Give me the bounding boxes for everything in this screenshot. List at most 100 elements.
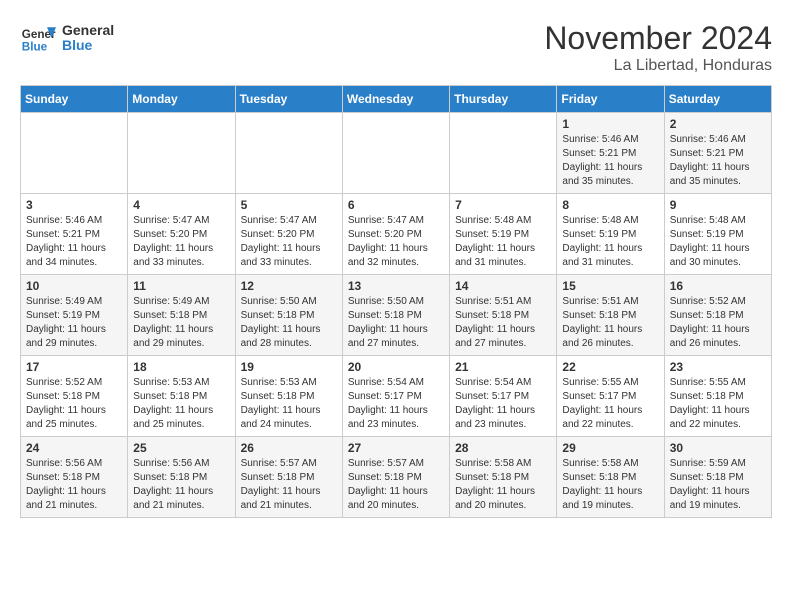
calendar-week-row: 17Sunrise: 5:52 AM Sunset: 5:18 PM Dayli… <box>21 356 772 437</box>
day-info: Sunrise: 5:46 AM Sunset: 5:21 PM Dayligh… <box>26 214 122 270</box>
day-info: Sunrise: 5:57 AM Sunset: 5:18 PM Dayligh… <box>348 457 444 513</box>
day-info: Sunrise: 5:54 AM Sunset: 5:17 PM Dayligh… <box>455 376 551 432</box>
month-title: November 2024 <box>544 20 772 57</box>
day-info: Sunrise: 5:48 AM Sunset: 5:19 PM Dayligh… <box>670 214 766 270</box>
day-number: 16 <box>670 279 766 293</box>
day-number: 28 <box>455 441 551 455</box>
calendar-cell: 14Sunrise: 5:51 AM Sunset: 5:18 PM Dayli… <box>450 275 557 356</box>
day-info: Sunrise: 5:53 AM Sunset: 5:18 PM Dayligh… <box>133 376 229 432</box>
day-number: 24 <box>26 441 122 455</box>
calendar-cell: 18Sunrise: 5:53 AM Sunset: 5:18 PM Dayli… <box>128 356 235 437</box>
day-number: 30 <box>670 441 766 455</box>
calendar-cell <box>342 113 449 194</box>
calendar-cell: 27 Sunrise: 5:57 AM Sunset: 5:18 PM Dayli… <box>342 437 449 518</box>
calendar-cell: 30 Sunrise: 5:59 AM Sunset: 5:18 PM Dayli… <box>664 437 771 518</box>
calendar-cell: 13 Sunrise: 5:50 AM Sunset: 5:18 PM Dayli… <box>342 275 449 356</box>
calendar-cell: 19 Sunrise: 5:53 AM Sunset: 5:18 PM Dayli… <box>235 356 342 437</box>
location-title: La Libertad, Honduras <box>544 57 772 75</box>
day-info: Sunrise: 5:47 AM Sunset: 5:20 PM Dayligh… <box>348 214 444 270</box>
day-info: Sunrise: 5:58 AM Sunset: 5:18 PM Dayligh… <box>562 457 658 513</box>
calendar-cell: 17Sunrise: 5:52 AM Sunset: 5:18 PM Dayli… <box>21 356 128 437</box>
calendar-cell: 23 Sunrise: 5:55 AM Sunset: 5:18 PM Dayli… <box>664 356 771 437</box>
weekday-header: Friday <box>557 86 664 113</box>
page-header: General Blue General Blue November 2024 … <box>20 20 772 75</box>
calendar-cell <box>235 113 342 194</box>
calendar-cell: 5 Sunrise: 5:47 AM Sunset: 5:20 PM Daylig… <box>235 194 342 275</box>
calendar-cell: 21 Sunrise: 5:54 AM Sunset: 5:17 PM Dayli… <box>450 356 557 437</box>
calendar-cell: 6 Sunrise: 5:47 AM Sunset: 5:20 PM Daylig… <box>342 194 449 275</box>
calendar-cell: 3Sunrise: 5:46 AM Sunset: 5:21 PM Daylig… <box>21 194 128 275</box>
day-info: Sunrise: 5:46 AM Sunset: 5:21 PM Dayligh… <box>562 133 658 189</box>
calendar-week-row: 1 Sunrise: 5:46 AM Sunset: 5:21 PM Daylig… <box>21 113 772 194</box>
day-number: 10 <box>26 279 122 293</box>
calendar-cell: 9Sunrise: 5:48 AM Sunset: 5:19 PM Daylig… <box>664 194 771 275</box>
calendar-cell: 26Sunrise: 5:57 AM Sunset: 5:18 PM Dayli… <box>235 437 342 518</box>
day-number: 5 <box>241 198 337 212</box>
calendar-cell: 28Sunrise: 5:58 AM Sunset: 5:18 PM Dayli… <box>450 437 557 518</box>
calendar-cell: 20 Sunrise: 5:54 AM Sunset: 5:17 PM Dayli… <box>342 356 449 437</box>
weekday-header: Tuesday <box>235 86 342 113</box>
day-number: 19 <box>241 360 337 374</box>
day-number: 12 <box>241 279 337 293</box>
day-number: 11 <box>133 279 229 293</box>
day-info: Sunrise: 5:50 AM Sunset: 5:18 PM Dayligh… <box>241 295 337 351</box>
day-info: Sunrise: 5:50 AM Sunset: 5:18 PM Dayligh… <box>348 295 444 351</box>
day-info: Sunrise: 5:52 AM Sunset: 5:18 PM Dayligh… <box>26 376 122 432</box>
day-number: 25 <box>133 441 229 455</box>
day-info: Sunrise: 5:49 AM Sunset: 5:18 PM Dayligh… <box>133 295 229 351</box>
day-info: Sunrise: 5:59 AM Sunset: 5:18 PM Dayligh… <box>670 457 766 513</box>
day-info: Sunrise: 5:48 AM Sunset: 5:19 PM Dayligh… <box>455 214 551 270</box>
logo-general: General <box>62 23 114 38</box>
logo-icon: General Blue <box>20 20 56 56</box>
title-block: November 2024 La Libertad, Honduras <box>544 20 772 75</box>
svg-text:Blue: Blue <box>22 41 48 54</box>
calendar-cell: 8 Sunrise: 5:48 AM Sunset: 5:19 PM Daylig… <box>557 194 664 275</box>
day-info: Sunrise: 5:55 AM Sunset: 5:17 PM Dayligh… <box>562 376 658 432</box>
logo: General Blue General Blue <box>20 20 114 56</box>
calendar-week-row: 24 Sunrise: 5:56 AM Sunset: 5:18 PM Dayli… <box>21 437 772 518</box>
day-number: 1 <box>562 117 658 131</box>
day-info: Sunrise: 5:46 AM Sunset: 5:21 PM Dayligh… <box>670 133 766 189</box>
calendar-cell: 25 Sunrise: 5:56 AM Sunset: 5:18 PM Dayli… <box>128 437 235 518</box>
day-number: 4 <box>133 198 229 212</box>
day-info: Sunrise: 5:56 AM Sunset: 5:18 PM Dayligh… <box>133 457 229 513</box>
calendar-cell: 2Sunrise: 5:46 AM Sunset: 5:21 PM Daylig… <box>664 113 771 194</box>
calendar-cell: 15 Sunrise: 5:51 AM Sunset: 5:18 PM Dayli… <box>557 275 664 356</box>
day-info: Sunrise: 5:55 AM Sunset: 5:18 PM Dayligh… <box>670 376 766 432</box>
calendar-cell: 1 Sunrise: 5:46 AM Sunset: 5:21 PM Daylig… <box>557 113 664 194</box>
day-info: Sunrise: 5:53 AM Sunset: 5:18 PM Dayligh… <box>241 376 337 432</box>
day-number: 6 <box>348 198 444 212</box>
calendar-cell: 24 Sunrise: 5:56 AM Sunset: 5:18 PM Dayli… <box>21 437 128 518</box>
day-info: Sunrise: 5:48 AM Sunset: 5:19 PM Dayligh… <box>562 214 658 270</box>
day-number: 23 <box>670 360 766 374</box>
day-number: 7 <box>455 198 551 212</box>
day-info: Sunrise: 5:52 AM Sunset: 5:18 PM Dayligh… <box>670 295 766 351</box>
calendar-cell: 22 Sunrise: 5:55 AM Sunset: 5:17 PM Dayli… <box>557 356 664 437</box>
weekday-header: Monday <box>128 86 235 113</box>
calendar-cell: 12 Sunrise: 5:50 AM Sunset: 5:18 PM Dayli… <box>235 275 342 356</box>
day-number: 27 <box>348 441 444 455</box>
day-info: Sunrise: 5:49 AM Sunset: 5:19 PM Dayligh… <box>26 295 122 351</box>
calendar-cell <box>128 113 235 194</box>
day-info: Sunrise: 5:47 AM Sunset: 5:20 PM Dayligh… <box>241 214 337 270</box>
day-number: 29 <box>562 441 658 455</box>
calendar-cell: 16 Sunrise: 5:52 AM Sunset: 5:18 PM Dayli… <box>664 275 771 356</box>
day-info: Sunrise: 5:51 AM Sunset: 5:18 PM Dayligh… <box>455 295 551 351</box>
day-number: 15 <box>562 279 658 293</box>
weekday-header: Sunday <box>21 86 128 113</box>
day-info: Sunrise: 5:54 AM Sunset: 5:17 PM Dayligh… <box>348 376 444 432</box>
day-info: Sunrise: 5:56 AM Sunset: 5:18 PM Dayligh… <box>26 457 122 513</box>
calendar-week-row: 10 Sunrise: 5:49 AM Sunset: 5:19 PM Dayli… <box>21 275 772 356</box>
day-number: 20 <box>348 360 444 374</box>
day-number: 8 <box>562 198 658 212</box>
calendar-cell: 10 Sunrise: 5:49 AM Sunset: 5:19 PM Dayli… <box>21 275 128 356</box>
day-number: 22 <box>562 360 658 374</box>
calendar-week-row: 3Sunrise: 5:46 AM Sunset: 5:21 PM Daylig… <box>21 194 772 275</box>
day-number: 21 <box>455 360 551 374</box>
weekday-header: Thursday <box>450 86 557 113</box>
calendar-cell: 11 Sunrise: 5:49 AM Sunset: 5:18 PM Dayli… <box>128 275 235 356</box>
day-info: Sunrise: 5:51 AM Sunset: 5:18 PM Dayligh… <box>562 295 658 351</box>
calendar-cell: 29 Sunrise: 5:58 AM Sunset: 5:18 PM Dayli… <box>557 437 664 518</box>
weekday-header: Wednesday <box>342 86 449 113</box>
day-number: 13 <box>348 279 444 293</box>
